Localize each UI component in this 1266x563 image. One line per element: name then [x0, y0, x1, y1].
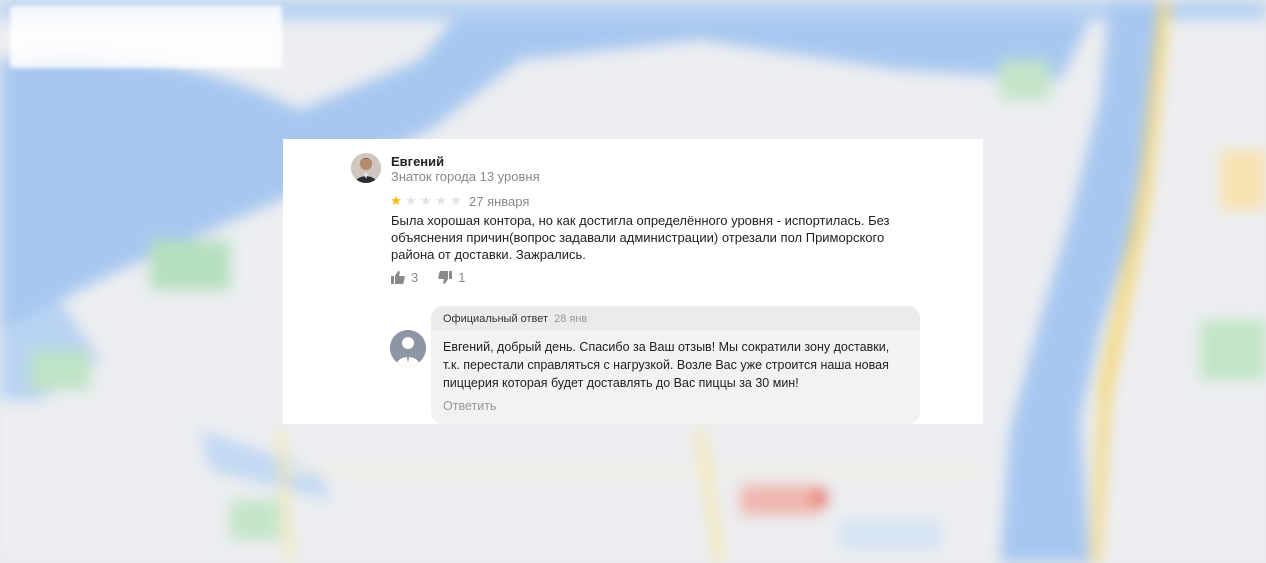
star-icon: ★	[450, 193, 462, 208]
review-card: Евгений Знаток города 13 уровня ★ ★ ★ ★ …	[283, 139, 983, 424]
dislike-button[interactable]: 1	[438, 270, 465, 285]
star-icon: ★	[405, 193, 417, 208]
reply-link[interactable]: Ответить	[443, 399, 496, 413]
official-reply-label: Официальный ответ	[443, 312, 549, 325]
rating-stars: ★ ★ ★ ★ ★	[389, 193, 463, 208]
author-name[interactable]: Евгений	[391, 154, 444, 169]
review-reactions: 3 1	[391, 270, 485, 285]
review-text: Была хорошая контора, но как достигла оп…	[391, 213, 890, 262]
dislike-count: 1	[458, 270, 466, 285]
star-icon: ★	[435, 193, 447, 208]
official-reply: Официальный ответ 28 янв Евгений, добрый…	[431, 306, 920, 424]
thumbs-down-icon	[438, 271, 453, 284]
like-button[interactable]: 3	[391, 270, 418, 285]
reply-text: Евгений, добрый день. Спасибо за Ваш отз…	[443, 340, 890, 390]
reply-header: Официальный ответ 28 янв	[431, 306, 920, 331]
review-date: 27 января	[469, 194, 530, 209]
author-avatar[interactable]	[351, 153, 381, 183]
thumbs-up-icon	[391, 271, 405, 284]
reply-date: 28 янв	[554, 312, 588, 325]
like-count: 3	[411, 270, 419, 285]
map-search-box	[10, 6, 282, 68]
star-icon: ★	[420, 193, 432, 208]
star-icon: ★	[390, 193, 402, 208]
business-avatar-icon	[390, 330, 426, 366]
author-level: Знаток города 13 уровня	[391, 169, 540, 184]
